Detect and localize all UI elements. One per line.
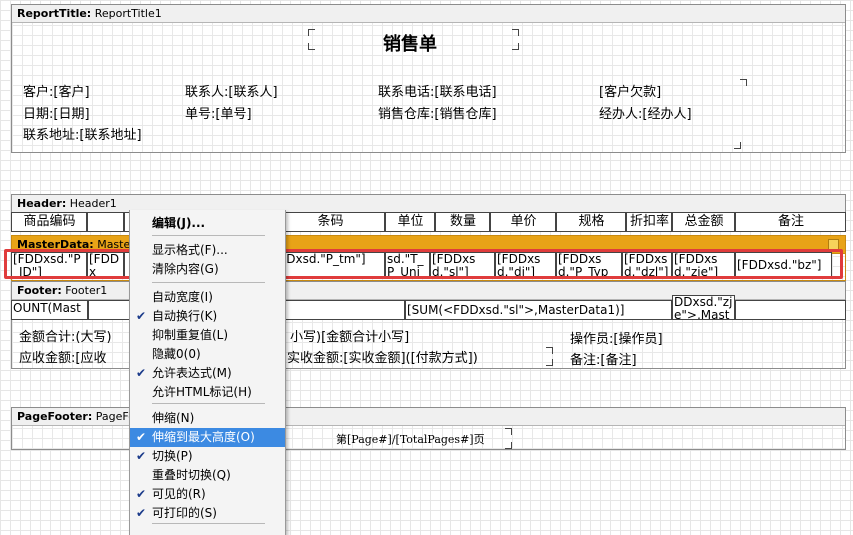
header-cell[interactable]: 折扣率 xyxy=(626,212,672,232)
menu-item[interactable]: 抑制重复值(L) xyxy=(130,326,285,345)
received-field[interactable]: 实收金额:[实收金额]([付款方式]) xyxy=(287,347,478,366)
field-contact[interactable]: 联系人:[联系人] xyxy=(185,81,278,100)
header-cell[interactable]: 条码 xyxy=(275,212,385,232)
menu-item-label: 伸缩到最大高度(O) xyxy=(152,430,255,444)
menu-item[interactable]: ✔ 允许表达式(M) xyxy=(130,364,285,383)
menu-item[interactable]: 隐藏0(0) xyxy=(130,345,285,364)
menu-item-label: 重叠时切换(Q) xyxy=(152,468,231,482)
menu-separator xyxy=(152,235,265,236)
field-date[interactable]: 日期:[日期] xyxy=(23,103,90,122)
header-cell[interactable]: 数量 xyxy=(435,212,490,232)
menu-item[interactable]: ✔ 自动换行(K) xyxy=(130,307,285,326)
menu-item[interactable]: 允许HTML标记(H) xyxy=(130,383,285,402)
menu-item[interactable]: ✔ 切换(P) xyxy=(130,447,285,466)
corner-marker xyxy=(512,29,519,36)
menu-item-label: 允许HTML标记(H) xyxy=(152,385,252,399)
menu-item[interactable]: ✔ 可见的(R) xyxy=(130,485,285,504)
menu-item[interactable]: 伸缩(N) xyxy=(130,409,285,428)
remark-field[interactable]: 备注:[备注] xyxy=(570,349,637,368)
corner-marker xyxy=(505,428,512,435)
field-phone[interactable]: 联系电话:[联系电话] xyxy=(378,81,497,100)
check-icon: ✔ xyxy=(135,449,147,463)
menu-item[interactable]: 编辑(J)... xyxy=(130,214,285,233)
header-cell[interactable]: 单价 xyxy=(490,212,556,232)
amount-total-right[interactable]: 小写)[金额合计小写] xyxy=(290,326,409,345)
menu-item[interactable]: 重叠时切换(Q) xyxy=(130,466,285,485)
amount-total-label[interactable]: 金额合计:(大写) xyxy=(19,326,112,345)
menu-item[interactable]: ✔ 可打印的(S) xyxy=(130,504,285,523)
header-cell[interactable]: 规格 xyxy=(556,212,626,232)
check-icon: ✔ xyxy=(135,506,147,520)
menu-item-label: 自动宽度(I) xyxy=(152,290,213,304)
operator-field[interactable]: 操作员:[操作员] xyxy=(570,328,663,347)
field-order-no[interactable]: 单号:[单号] xyxy=(185,103,252,122)
header-cell[interactable]: 单位 xyxy=(385,212,435,232)
menu-item-label: 切换(P) xyxy=(152,449,193,463)
corner-marker xyxy=(308,43,315,50)
menu-item-label: 隐藏0(0) xyxy=(152,347,201,361)
field-handler[interactable]: 经办人:[经办人] xyxy=(599,103,692,122)
menu-item[interactable]: 显示格式(F)... xyxy=(130,241,285,260)
menu-separator xyxy=(152,403,265,404)
header-cell[interactable]: 备注 xyxy=(735,212,846,232)
menu-item-label: 显示格式(F)... xyxy=(152,243,228,257)
check-icon: ✔ xyxy=(135,430,147,444)
menu-separator xyxy=(152,282,265,283)
field-warehouse[interactable]: 销售仓库:[销售仓库] xyxy=(378,103,497,122)
report-heading[interactable]: 销售单 xyxy=(383,30,437,56)
menu-item-label: 清除内容(G) xyxy=(152,262,219,276)
corner-marker xyxy=(740,79,747,86)
header-cell[interactable]: 商品编码 xyxy=(11,212,87,232)
footer-sum-zje-cell[interactable]: DDxsd."zje">,Maste xyxy=(672,295,735,320)
check-icon: ✔ xyxy=(135,487,147,501)
corner-marker xyxy=(308,29,315,36)
footer-sum-sl-cell[interactable]: [SUM(<FDDxsd."sl">,MasterData1)] xyxy=(405,300,672,320)
field-debt[interactable]: [客户欠款] xyxy=(599,81,661,100)
menu-item-label: 可见的(R) xyxy=(152,487,206,501)
header-cell[interactable]: 总金额 xyxy=(672,212,735,232)
check-icon: ✔ xyxy=(135,366,147,380)
corner-marker xyxy=(734,142,741,149)
menu-item-label: 可打印的(S) xyxy=(152,506,217,520)
footer-count-cell[interactable]: OUNT(Mast xyxy=(11,300,88,320)
menu-item-label: 抑制重复值(L) xyxy=(152,328,229,342)
page-number-field[interactable]: 第[Page#]/[TotalPages#]页 xyxy=(336,431,485,447)
corner-marker xyxy=(512,43,519,50)
band-title: ReportTitle: ReportTitle1 xyxy=(12,5,845,23)
field-customer[interactable]: 客户:[客户] xyxy=(23,81,90,100)
menu-item[interactable]: 自动宽度(I) xyxy=(130,288,285,307)
menu-item[interactable]: 清除内容(G) xyxy=(130,260,285,279)
receivable-field[interactable]: 应收金额:[应收 xyxy=(19,347,106,366)
menu-item-label: 允许表达式(M) xyxy=(152,366,232,380)
corner-marker xyxy=(546,359,553,366)
header-cell[interactable] xyxy=(87,212,124,232)
menu-separator xyxy=(152,523,265,524)
corner-marker xyxy=(546,347,553,354)
footer-empty-cell[interactable] xyxy=(735,300,846,320)
corner-marker xyxy=(505,442,512,449)
menu-item-label: 伸缩(N) xyxy=(152,411,195,425)
menu-item-label: 编辑(J)... xyxy=(152,216,206,230)
menu-item[interactable]: ✔ 伸缩到最大高度(O) xyxy=(130,428,285,447)
field-address[interactable]: 联系地址:[联系地址] xyxy=(23,124,142,143)
menu-item-label: 自动换行(K) xyxy=(152,309,218,323)
report-title-band[interactable]: ReportTitle: ReportTitle1 销售单 客户:[客户] 联系… xyxy=(11,4,846,153)
check-icon: ✔ xyxy=(135,309,147,323)
context-menu[interactable]: 编辑(J)... 显示格式(F)... 清除内容(G) 自动宽度(I) ✔ 自动换行(K)… xyxy=(129,210,286,535)
